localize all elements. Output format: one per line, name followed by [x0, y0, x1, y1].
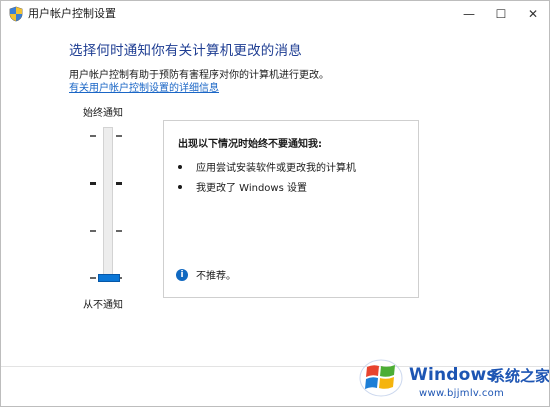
- window-title: 用户帐户控制设置: [28, 7, 116, 20]
- maximize-icon: ☐: [495, 7, 507, 21]
- note-text: 不推荐。: [196, 271, 236, 282]
- slider-top-label: 始终通知: [83, 108, 123, 119]
- bullet-item: 我更改了 Windows 设置: [178, 179, 307, 194]
- bullet-text: 我更改了 Windows 设置: [196, 183, 307, 194]
- bullet-dot-icon: [178, 165, 182, 169]
- slider-bottom-label: 从不通知: [83, 300, 123, 311]
- slider-tick: [90, 229, 96, 232]
- slider-tick: [90, 277, 96, 279]
- slider-track[interactable]: [103, 127, 113, 281]
- recommendation-note: i 不推荐。: [176, 267, 236, 282]
- info-heading: 出现以下情况时始终不要通知我:: [178, 139, 322, 150]
- watermark-windows-text: Windows: [409, 365, 497, 385]
- watermark: Windows 系统之家 www.bjjmlv.com: [359, 353, 549, 405]
- watermark-brand-text: 系统之家: [490, 367, 550, 385]
- slider-tick: [90, 135, 96, 137]
- minimize-button[interactable]: —: [453, 1, 485, 27]
- slider-thumb[interactable]: [98, 274, 120, 282]
- bullet-text: 应用尝试安装软件或更改我的计算机: [196, 163, 356, 174]
- info-panel: 出现以下情况时始终不要通知我: 应用尝试安装软件或更改我的计算机 我更改了 Wi…: [163, 120, 419, 298]
- slider-tick: [116, 229, 122, 232]
- slider-tick: [116, 182, 122, 186]
- windows-logo-icon: [359, 359, 403, 397]
- bullet-dot-icon: [178, 185, 182, 189]
- maximize-button[interactable]: ☐: [485, 1, 517, 27]
- notification-level-slider[interactable]: [86, 119, 136, 294]
- slider-tick: [116, 135, 122, 137]
- watermark-url: www.bjjmlv.com: [419, 388, 505, 399]
- uac-shield-icon: [9, 6, 23, 22]
- page-heading: 选择何时通知你有关计算机更改的消息: [69, 43, 302, 59]
- close-icon: ✕: [527, 7, 539, 21]
- close-button[interactable]: ✕: [517, 1, 549, 27]
- title-bar: 用户帐户控制设置 — ☐ ✕: [1, 1, 549, 27]
- uac-details-link[interactable]: 有关用户帐户控制设置的详细信息: [69, 79, 219, 94]
- slider-tick: [90, 182, 96, 186]
- minimize-icon: —: [463, 7, 475, 21]
- bullet-item: 应用尝试安装软件或更改我的计算机: [178, 159, 356, 174]
- info-icon: i: [176, 269, 188, 281]
- uac-settings-window: 用户帐户控制设置 — ☐ ✕ 选择何时通知你有关计算机更改的消息 用户帐户控制有…: [0, 0, 550, 407]
